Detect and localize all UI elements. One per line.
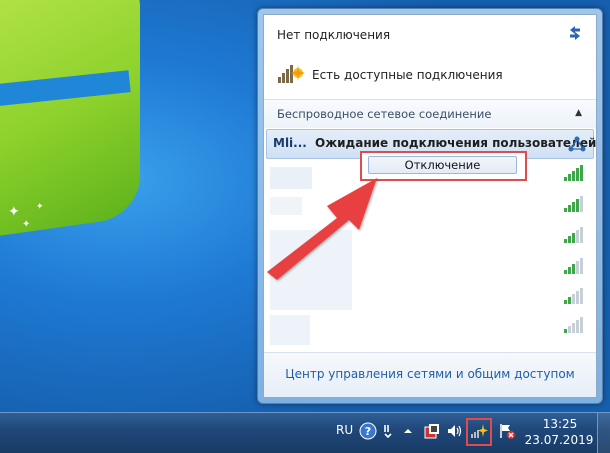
blurred-network-name bbox=[270, 315, 310, 345]
network-center-link[interactable]: Центр управления сетями и общим доступом bbox=[264, 367, 596, 381]
wifi-signal-icon bbox=[564, 317, 583, 333]
refresh-icon[interactable] bbox=[566, 25, 584, 43]
wifi-signal-icon bbox=[564, 288, 583, 304]
wallpaper-sparkle: ✦ bbox=[22, 219, 31, 230]
signal-bars-star-icon bbox=[278, 65, 305, 83]
network-name: Mli... bbox=[273, 136, 307, 150]
available-connections-text: Есть доступные подключения bbox=[312, 68, 503, 82]
show-desktop-button[interactable] bbox=[597, 413, 610, 453]
wallpaper-sparkle: ✦ bbox=[36, 202, 44, 212]
wifi-signal-icon bbox=[564, 165, 583, 181]
chevron-up-icon[interactable] bbox=[402, 422, 414, 440]
wallpaper-green-shape bbox=[0, 0, 140, 245]
wallpaper-sparkle: ✦ bbox=[8, 204, 20, 220]
annotation-arrow bbox=[267, 178, 377, 280]
ad-hoc-network-icon bbox=[568, 136, 586, 152]
network-icon[interactable] bbox=[470, 422, 488, 440]
network-status: Ожидание подключения пользователей bbox=[315, 136, 597, 150]
flyout-footer: Центр управления сетями и общим доступом bbox=[264, 353, 596, 397]
clock-time[interactable]: 13:25 bbox=[530, 417, 590, 431]
volume-icon[interactable] bbox=[446, 422, 464, 440]
help-icon[interactable]: ? bbox=[359, 422, 377, 440]
connection-status-title: Нет подключения bbox=[277, 28, 391, 42]
taskbar: RU ? 13:25 23.07.2019 bbox=[0, 412, 610, 453]
clock-date[interactable]: 23.07.2019 bbox=[523, 433, 595, 447]
language-indicator[interactable]: RU bbox=[336, 423, 353, 437]
security-icon[interactable] bbox=[423, 422, 441, 440]
wireless-section-header[interactable]: Беспроводное сетевое соединение ▲ bbox=[264, 100, 596, 128]
action-center-icon[interactable] bbox=[498, 422, 516, 440]
action-flag-icon[interactable] bbox=[382, 422, 394, 440]
wifi-signal-icon bbox=[564, 196, 583, 212]
svg-text:?: ? bbox=[365, 425, 371, 438]
wifi-signal-icon bbox=[564, 227, 583, 243]
chevron-up-icon[interactable]: ▲ bbox=[575, 108, 582, 118]
wifi-signal-icon bbox=[564, 258, 583, 274]
wireless-section-title: Беспроводное сетевое соединение bbox=[277, 107, 492, 121]
